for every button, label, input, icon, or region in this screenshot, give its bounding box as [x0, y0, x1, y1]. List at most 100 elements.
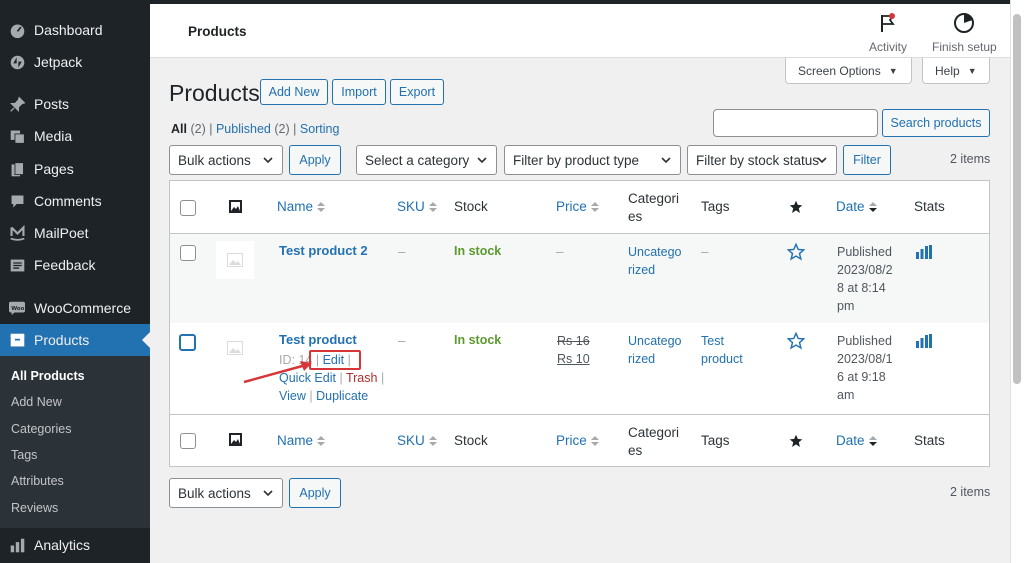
column-sku-label: SKU: [397, 433, 425, 448]
tag-line2: product: [701, 352, 743, 366]
sku-value: –: [398, 244, 406, 259]
separator: |: [309, 389, 313, 403]
submenu-all-products[interactable]: All Products: [11, 369, 85, 383]
menu-item-products[interactable]: Products: [0, 324, 150, 356]
column-date-footer[interactable]: Date: [836, 433, 877, 448]
product-type-select[interactable]: Filter by product type: [504, 145, 681, 175]
menu-item-jetpack[interactable]: Jetpack: [0, 46, 150, 78]
export-button[interactable]: Export: [390, 79, 444, 105]
menu-item-mailpoet[interactable]: MailPoet: [0, 217, 150, 249]
column-categories-line1: Categori: [628, 191, 680, 206]
column-price[interactable]: Price: [556, 199, 599, 214]
stock-status-badge: In stock: [454, 244, 502, 258]
view-published[interactable]: Published: [216, 122, 271, 136]
menu-label: Analytics: [34, 537, 91, 553]
submenu-reviews[interactable]: Reviews: [11, 501, 58, 515]
items-count-bottom: 2 items: [950, 485, 991, 499]
price-value: Rs 16 Rs 10: [557, 332, 590, 368]
view-all[interactable]: All: [171, 122, 187, 136]
chevron-down-icon: [477, 157, 487, 164]
star-outline-icon[interactable]: [787, 332, 805, 350]
page-title: Products: [169, 80, 260, 106]
date-line: 2023/08/1: [837, 352, 893, 366]
feedback-icon: [8, 256, 26, 274]
column-tags: Tags: [701, 199, 730, 214]
filter-button[interactable]: Filter: [843, 145, 891, 175]
menu-item-media[interactable]: Media: [0, 120, 150, 152]
svg-text:Woo: Woo: [11, 306, 24, 312]
finish-setup-button[interactable]: Finish setup: [932, 12, 997, 54]
product-name-link[interactable]: Test product 2: [279, 243, 368, 258]
stats-bar-icon[interactable]: [916, 334, 932, 348]
view-sorting[interactable]: Sorting: [300, 122, 340, 136]
menu-item-dashboard[interactable]: Dashboard: [0, 14, 150, 46]
category-select[interactable]: Select a category: [356, 145, 497, 175]
view-link[interactable]: View: [279, 389, 306, 403]
items-count-top: 2 items: [950, 152, 991, 166]
submenu-categories[interactable]: Categories: [11, 422, 71, 436]
category-link[interactable]: Uncatego rized: [628, 332, 682, 368]
menu-item-analytics[interactable]: Analytics: [0, 529, 150, 561]
add-new-button[interactable]: Add New: [260, 79, 328, 105]
menu-item-posts[interactable]: Posts: [0, 88, 150, 120]
tag-link[interactable]: Test product: [701, 332, 743, 368]
column-date-label: Date: [836, 433, 865, 448]
product-name-link[interactable]: Test product: [279, 332, 357, 347]
menu-item-feedback[interactable]: Feedback: [0, 249, 150, 281]
submenu-add-new[interactable]: Add New: [11, 395, 62, 409]
row-checkbox[interactable]: [179, 334, 196, 351]
column-categories-line1: Categori: [628, 425, 680, 440]
search-products-button[interactable]: Search products: [882, 109, 990, 137]
trash-link[interactable]: Trash: [346, 371, 378, 385]
column-sku-footer[interactable]: SKU: [397, 433, 437, 448]
view-published-count: (2): [274, 122, 290, 136]
duplicate-link[interactable]: Duplicate: [316, 389, 368, 403]
chevron-down-icon: [263, 157, 273, 164]
menu-label: Jetpack: [34, 54, 83, 70]
import-button[interactable]: Import: [332, 79, 386, 105]
apply-button-bottom[interactable]: Apply: [289, 478, 341, 508]
category-line1: Uncatego: [628, 245, 682, 259]
select-all-checkbox-footer[interactable]: [180, 433, 196, 449]
category-link[interactable]: Uncatego rized: [628, 243, 682, 279]
submenu-attributes[interactable]: Attributes: [11, 474, 64, 488]
scrollbar-thumb[interactable]: [1013, 14, 1021, 384]
star-outline-icon[interactable]: [787, 243, 805, 261]
column-name-footer[interactable]: Name: [277, 433, 326, 448]
table-row: Test product 2 – In stock – Uncatego rize…: [170, 234, 989, 323]
submenu-tags[interactable]: Tags: [11, 448, 37, 462]
column-date-label: Date: [836, 199, 865, 214]
sort-icon: [590, 436, 599, 447]
apply-button-top[interactable]: Apply: [289, 145, 341, 175]
date-line: 8 at 8:14: [837, 281, 886, 295]
bulk-actions-select-bottom[interactable]: Bulk actions: [169, 478, 283, 508]
product-thumbnail-placeholder[interactable]: [216, 241, 254, 279]
activity-button[interactable]: Activity: [869, 12, 907, 54]
featured-star-icon[interactable]: [789, 434, 803, 448]
select-all-checkbox[interactable]: [180, 200, 196, 216]
pages-icon: [8, 160, 26, 178]
column-sku[interactable]: SKU: [397, 199, 437, 214]
column-name[interactable]: Name: [277, 199, 326, 214]
finish-setup-label: Finish setup: [932, 40, 997, 54]
placeholder-image-icon: [227, 253, 243, 267]
help-button[interactable]: Help ▼: [922, 58, 990, 84]
menu-item-woocommerce[interactable]: Woo WooCommerce: [0, 292, 150, 324]
column-price-footer[interactable]: Price: [556, 433, 599, 448]
flag-icon: [881, 13, 895, 32]
bulk-actions-select-top[interactable]: Bulk actions: [169, 145, 283, 175]
column-name-label: Name: [277, 199, 314, 214]
search-input[interactable]: [713, 109, 878, 137]
menu-item-comments[interactable]: Comments: [0, 185, 150, 217]
row-checkbox[interactable]: [180, 245, 196, 261]
menu-item-pages[interactable]: Pages: [0, 153, 150, 185]
product-type-value: Filter by product type: [513, 152, 640, 168]
featured-star-icon[interactable]: [789, 200, 803, 214]
stats-bar-icon[interactable]: [916, 245, 932, 259]
comment-icon: [8, 192, 26, 210]
sort-icon: [590, 202, 599, 213]
screen-options-button[interactable]: Screen Options ▼: [785, 58, 912, 84]
column-date[interactable]: Date: [836, 199, 877, 214]
stock-status-select[interactable]: Filter by stock status: [687, 145, 837, 175]
column-stats: Stats: [914, 199, 945, 214]
